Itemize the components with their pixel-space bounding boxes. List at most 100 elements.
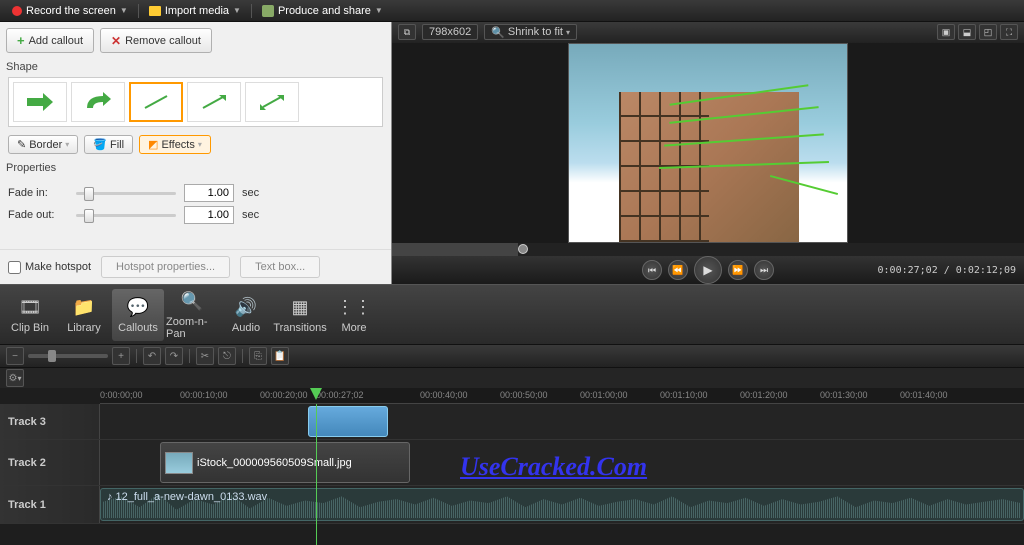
preview-scrubber[interactable] <box>392 243 1024 256</box>
tab-label: Transitions <box>273 322 326 334</box>
track-2: Track 2 iStock_000009560509Small.jpg <box>0 440 1024 486</box>
audio-icon: ♪ <box>107 491 113 503</box>
text-box-button[interactable]: Text box... <box>240 256 320 278</box>
ruler-tick: 00:00:27;02 <box>316 390 364 400</box>
record-label: Record the screen <box>26 5 116 17</box>
tab-label: Audio <box>232 322 260 334</box>
x-icon: ✕ <box>111 34 121 48</box>
preview-image <box>568 43 848 243</box>
timeline-zoom-in-button[interactable]: + <box>112 347 130 365</box>
ruler-tick: 00:01:10;00 <box>660 390 708 400</box>
timeline-zoom-slider[interactable] <box>28 354 108 358</box>
tool-tabs: 🎞Clip Bin📁Library💬Callouts🔍Zoom-n-Pan🔊Au… <box>0 284 1024 344</box>
ruler-tick: 0:00:00;00 <box>100 390 143 400</box>
preview-tool-2[interactable]: ⬓ <box>958 24 976 40</box>
preview-dimensions: 798x602 <box>422 24 478 40</box>
ruler-tick: 00:01:30;00 <box>820 390 868 400</box>
effects-button[interactable]: ◩ Effects ▾ <box>139 135 211 154</box>
make-hotspot-checkbox[interactable]: Make hotspot <box>8 261 91 274</box>
paste-button[interactable]: 📋 <box>271 347 289 365</box>
preview-tool-3[interactable]: ◰ <box>979 24 997 40</box>
chevron-down-icon: ▾ <box>566 28 570 37</box>
next-marker-button[interactable]: ⏭ <box>754 260 774 280</box>
undo-button[interactable]: ↶ <box>143 347 161 365</box>
audio-clip[interactable]: ♪ 12_full_a-new-dawn_0133.wav <box>100 488 1024 521</box>
border-button[interactable]: ✎ Border ▾ <box>8 135 78 154</box>
play-button[interactable]: ▶ <box>694 256 722 284</box>
tab-label: Clip Bin <box>11 322 49 334</box>
clip-thumbnail <box>165 452 193 474</box>
tab-more[interactable]: ⋮⋮More <box>328 289 380 341</box>
ruler-tick: 00:00:40;00 <box>420 390 468 400</box>
tab-clip-bin[interactable]: 🎞Clip Bin <box>4 289 56 341</box>
preview-canvas[interactable] <box>392 43 1024 243</box>
menu-bar: Record the screen ▼ Import media ▼ Produ… <box>0 0 1024 22</box>
ruler-tick: 00:00:50;00 <box>500 390 548 400</box>
transitions-icon: ▦ <box>288 296 312 320</box>
record-screen-menu[interactable]: Record the screen ▼ <box>6 3 134 19</box>
track-1-content[interactable]: ♪ 12_full_a-new-dawn_0133.wav <box>100 486 1024 523</box>
timeline-options-button[interactable]: ⚙▾ <box>6 369 24 387</box>
cut-button[interactable]: ✂ <box>196 347 214 365</box>
track-2-label[interactable]: Track 2 <box>0 440 100 485</box>
shape-line-diagonal[interactable] <box>129 82 183 122</box>
ruler-tick: 00:01:40;00 <box>900 390 948 400</box>
shape-arrow-thick[interactable] <box>13 82 67 122</box>
track-3: Track 3 <box>0 404 1024 440</box>
track-3-content[interactable] <box>100 404 1024 439</box>
timeline-zoom-out-button[interactable]: − <box>6 347 24 365</box>
timeline-toolbar: − + ↶ ↷ ✂ ⎋ ⎘ 📋 <box>0 344 1024 368</box>
tab-callouts[interactable]: 💬Callouts <box>112 289 164 341</box>
shape-arrow-curved[interactable] <box>71 82 125 122</box>
shape-line-arrow[interactable] <box>187 82 241 122</box>
tab-library[interactable]: 📁Library <box>58 289 110 341</box>
split-button[interactable]: ⎋ <box>218 347 236 365</box>
track-2-content[interactable]: iStock_000009560509Small.jpg <box>100 440 1024 485</box>
prev-marker-button[interactable]: ⏮ <box>642 260 662 280</box>
preview-tool-1[interactable]: ▣ <box>937 24 955 40</box>
playhead[interactable] <box>316 404 317 545</box>
clip-filename: iStock_000009560509Small.jpg <box>197 457 352 469</box>
forward-button[interactable]: ⏩ <box>728 260 748 280</box>
redo-button[interactable]: ↷ <box>165 347 183 365</box>
preview-detach-button[interactable]: ⧉ <box>398 24 416 40</box>
fade-out-slider[interactable] <box>76 206 176 224</box>
tab-zoom-n-pan[interactable]: 🔍Zoom-n-Pan <box>166 289 218 341</box>
tab-label: Callouts <box>118 322 158 334</box>
fade-in-slider[interactable] <box>76 184 176 202</box>
remove-callout-label: Remove callout <box>125 35 201 47</box>
fill-button[interactable]: 🪣 Fill <box>84 135 133 154</box>
ruler-tick: 00:00:20;00 <box>260 390 308 400</box>
chevron-down-icon: ▾ <box>65 140 69 149</box>
copy-button[interactable]: ⎘ <box>249 347 267 365</box>
preview-timecode: 0:00:27;02 / 0:02:12;09 <box>878 265 1016 276</box>
remove-callout-button[interactable]: ✕ Remove callout <box>100 28 212 53</box>
track-1-label[interactable]: Track 1 <box>0 486 100 523</box>
tab-audio[interactable]: 🔊Audio <box>220 289 272 341</box>
shape-line-double-arrow[interactable] <box>245 82 299 122</box>
zoom-n-pan-icon: 🔍 <box>180 290 204 314</box>
callout-clip[interactable] <box>308 406 388 437</box>
chevron-down-icon: ▼ <box>375 6 383 15</box>
preview-fullscreen-button[interactable]: ⛶ <box>1000 24 1018 40</box>
fade-out-input[interactable] <box>184 206 234 224</box>
separator <box>251 4 252 18</box>
pencil-icon: ✎ <box>17 138 26 151</box>
tab-transitions[interactable]: ▦ Transitions <box>274 289 326 341</box>
fill-label: Fill <box>110 139 124 151</box>
import-media-menu[interactable]: Import media ▼ <box>143 3 247 19</box>
track-3-label[interactable]: Track 3 <box>0 404 100 439</box>
image-clip[interactable]: iStock_000009560509Small.jpg <box>160 442 410 483</box>
timeline-ruler[interactable]: 0:00:00;0000:00:10;0000:00:20;0000:00:27… <box>100 388 1024 404</box>
border-label: Border <box>29 139 62 151</box>
preview-zoom-dropdown[interactable]: 🔍 Shrink to fit ▾ <box>484 24 577 40</box>
fade-in-input[interactable] <box>184 184 234 202</box>
sec-unit: sec <box>242 209 259 221</box>
rewind-button[interactable]: ⏪ <box>668 260 688 280</box>
make-hotspot-label: Make hotspot <box>25 261 91 273</box>
properties-section-label: Properties <box>0 160 391 176</box>
tab-label: More <box>341 322 366 334</box>
produce-share-menu[interactable]: Produce and share ▼ <box>256 3 389 19</box>
add-callout-button[interactable]: + Add callout <box>6 28 94 53</box>
hotspot-properties-button[interactable]: Hotspot properties... <box>101 256 230 278</box>
